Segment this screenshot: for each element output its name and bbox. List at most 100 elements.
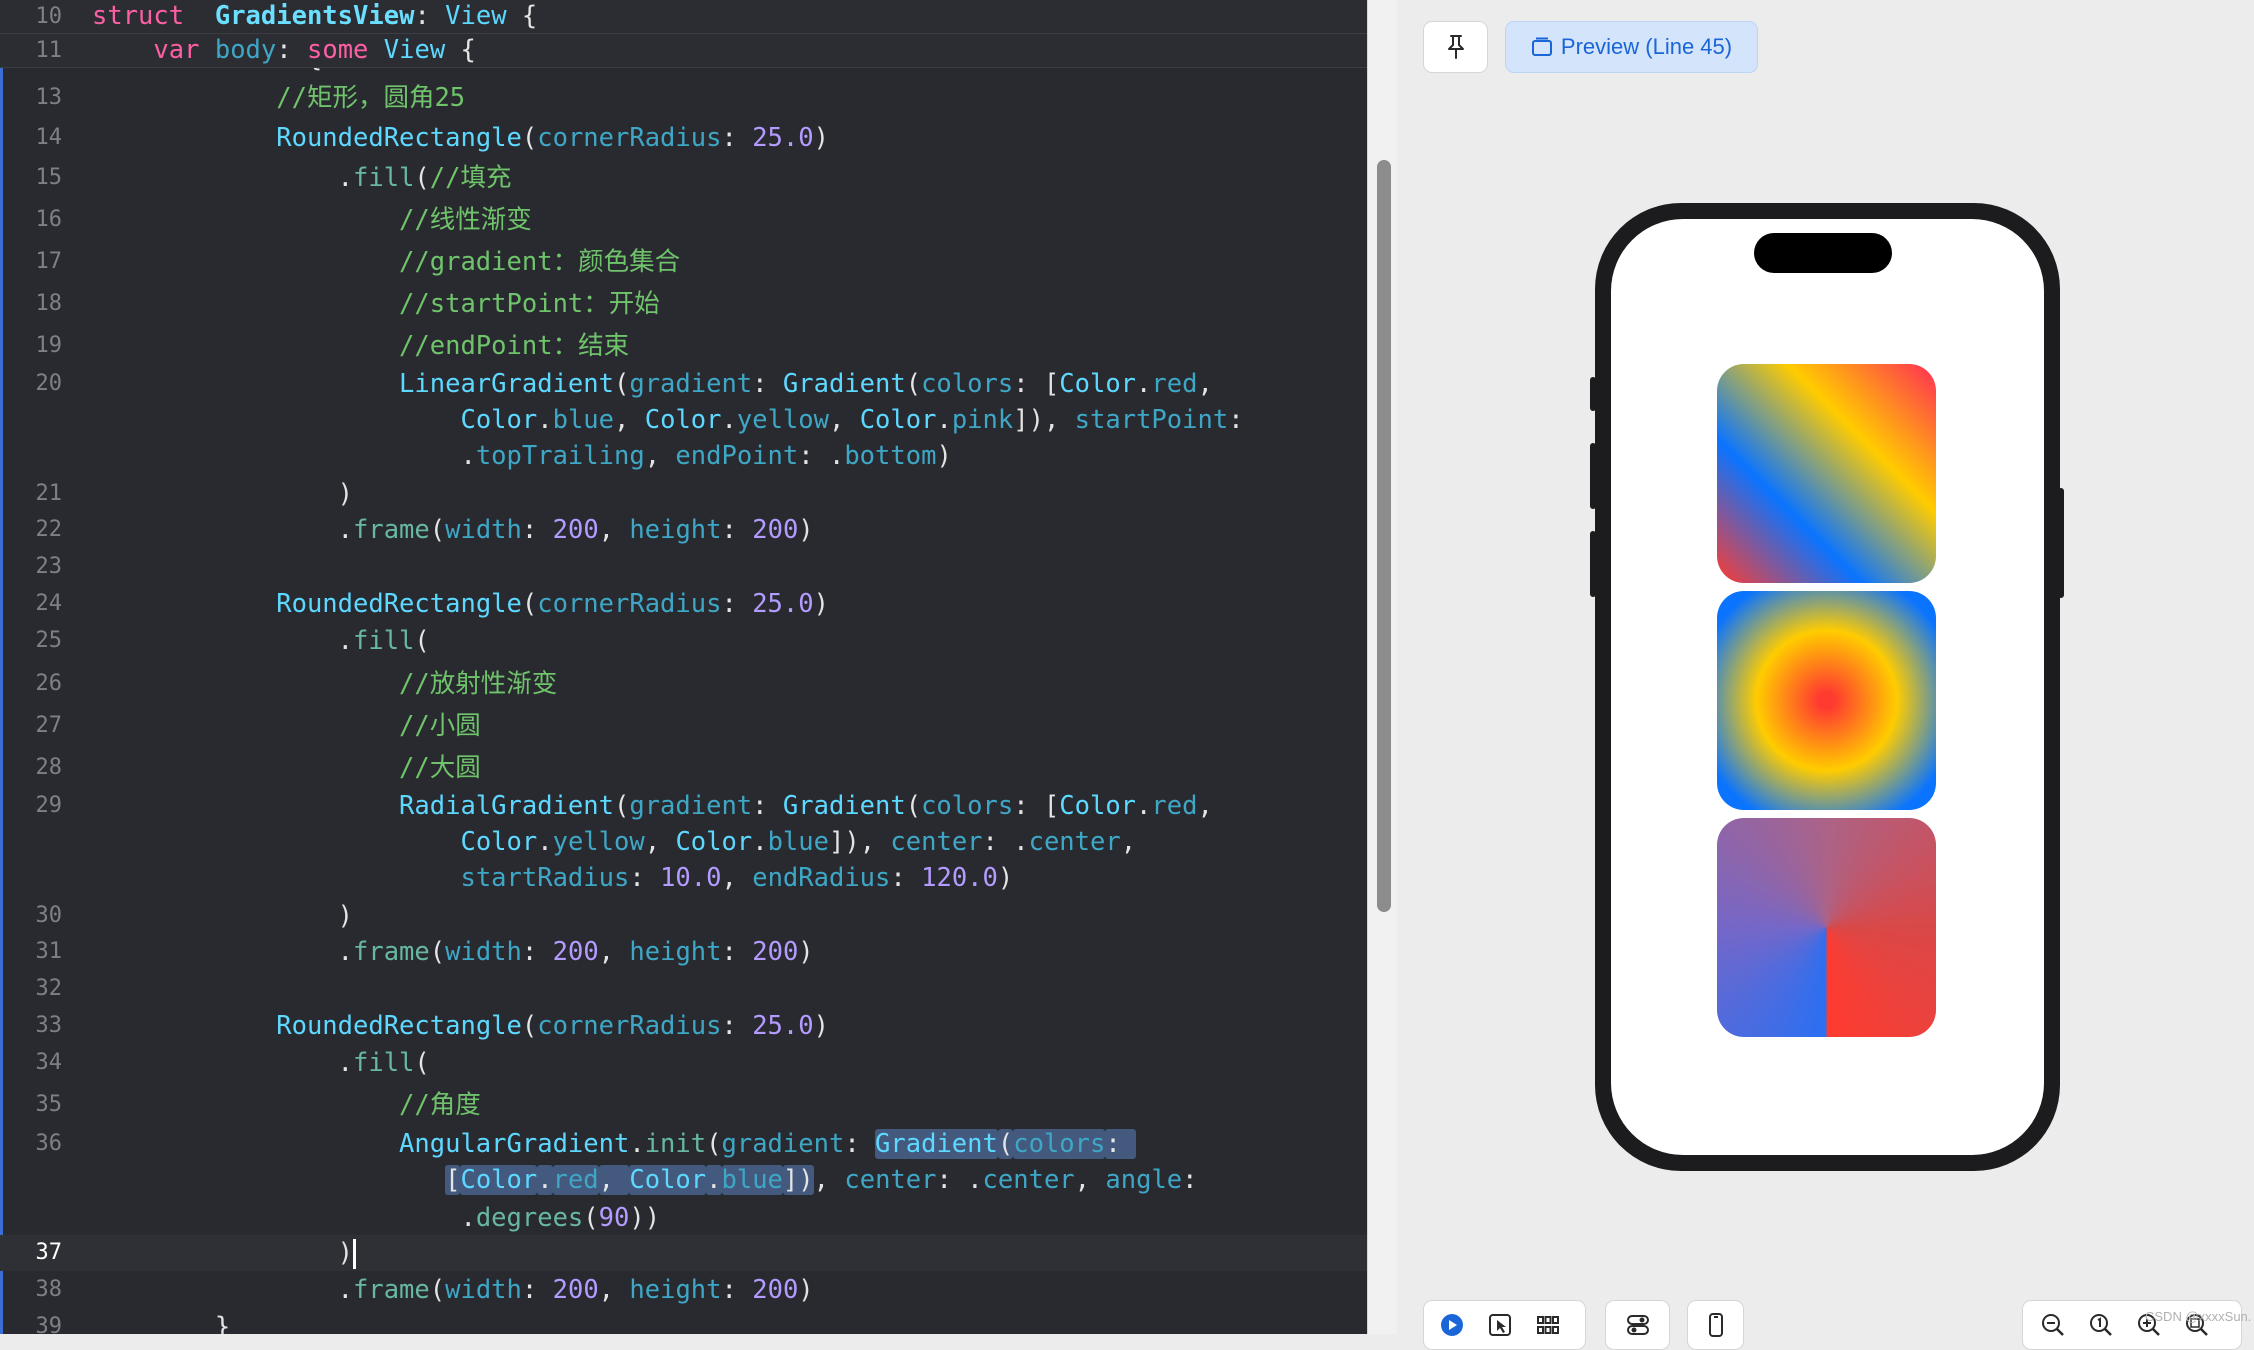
code-token: . bbox=[92, 1048, 353, 1078]
code-line[interactable]: 31 .frame(width: 200, height: 200) bbox=[0, 934, 1367, 970]
variants-grid-icon[interactable] bbox=[1536, 1313, 1560, 1337]
preview-settings-button[interactable] bbox=[1605, 1300, 1670, 1350]
code-text: Color.blue, Color.yellow, Color.pink]), … bbox=[92, 402, 1243, 438]
code-line[interactable]: 19 //endPoint：结束 bbox=[0, 328, 1367, 364]
code-line[interactable]: 27 //小圆 bbox=[0, 708, 1367, 744]
code-line[interactable]: 38 .frame(width: 200, height: 200) bbox=[0, 1272, 1367, 1308]
code-line[interactable]: Color.yellow, Color.blue]), center: .cen… bbox=[0, 824, 1367, 860]
code-token: Gradient bbox=[875, 1129, 998, 1159]
code-token: ) bbox=[813, 589, 829, 619]
code-line[interactable]: 33 RoundedRectangle(cornerRadius: 25.0) bbox=[0, 1008, 1367, 1044]
code-token: fill bbox=[353, 1048, 415, 1078]
code-token: : bbox=[890, 863, 922, 893]
code-token: . bbox=[629, 1129, 645, 1159]
select-cursor-icon[interactable] bbox=[1488, 1313, 1512, 1337]
code-editor[interactable]: 12 VStack{13 //矩形，圆角2514 RoundedRectangl… bbox=[0, 0, 1367, 1334]
code-token: gradient bbox=[721, 1129, 845, 1159]
code-line[interactable]: 13 //矩形，圆角25 bbox=[0, 80, 1367, 116]
line-number: 35 bbox=[35, 1092, 63, 1117]
code-token: 200 bbox=[752, 1275, 799, 1305]
code-token: , bbox=[1197, 791, 1213, 821]
code-token: ) bbox=[936, 441, 952, 471]
code-token: center bbox=[982, 1165, 1075, 1195]
code-line[interactable]: 16 //线性渐变 bbox=[0, 202, 1367, 238]
code-token: 90 bbox=[598, 1203, 630, 1233]
code-line[interactable]: 15 .fill(//填充 bbox=[0, 160, 1367, 196]
code-token: yellow bbox=[552, 827, 645, 857]
code-text: startRadius: 10.0, endRadius: 120.0) bbox=[92, 860, 1013, 896]
current-code-line[interactable]: 37 ) bbox=[0, 1235, 1367, 1271]
code-token: frame bbox=[353, 1275, 430, 1305]
preview-selector-button[interactable]: Preview (Line 45) bbox=[1505, 21, 1758, 73]
line-number: 20 bbox=[35, 371, 63, 396]
code-token: RadialGradient bbox=[399, 791, 614, 821]
code-token: 200 bbox=[552, 937, 599, 967]
code-token: body bbox=[214, 35, 277, 65]
code-line[interactable]: Color.blue, Color.yellow, Color.pink]), … bbox=[0, 402, 1367, 438]
line-number: 17 bbox=[35, 249, 63, 274]
code-line[interactable]: 17 //gradient：颜色集合 bbox=[0, 244, 1367, 280]
code-token: : bbox=[521, 515, 553, 545]
code-line[interactable]: startRadius: 10.0, endRadius: 120.0) bbox=[0, 860, 1367, 896]
editor-scrollbar-thumb[interactable] bbox=[1377, 160, 1391, 912]
code-line[interactable]: 25 .fill( bbox=[0, 623, 1367, 659]
code-token: frame bbox=[353, 515, 430, 545]
line-number: 15 bbox=[35, 165, 63, 190]
code-line[interactable]: 34 .fill( bbox=[0, 1045, 1367, 1081]
code-token: ( bbox=[429, 937, 446, 967]
code-token: : bbox=[721, 937, 753, 967]
code-text: LinearGradient(gradient: Gradient(colors… bbox=[92, 366, 1213, 402]
code-text: Color.yellow, Color.blue]), center: .cen… bbox=[92, 824, 1136, 860]
code-token: ( bbox=[414, 1048, 430, 1078]
code-line[interactable]: 30 ) bbox=[0, 898, 1367, 934]
code-token: init bbox=[644, 1129, 707, 1159]
code-line[interactable]: 18 //startPoint：开始 bbox=[0, 286, 1367, 322]
code-line[interactable]: 39 } bbox=[0, 1309, 1367, 1334]
code-token: Color bbox=[675, 827, 753, 857]
code-line[interactable]: 23 bbox=[0, 549, 1367, 585]
code-line[interactable]: 11 var body: some View { bbox=[0, 34, 1367, 68]
live-play-icon[interactable] bbox=[1440, 1313, 1464, 1337]
line-number: 24 bbox=[35, 591, 63, 616]
code-line[interactable]: .topTrailing, endPoint: .bottom) bbox=[0, 438, 1367, 474]
line-number: 27 bbox=[35, 713, 63, 738]
code-line[interactable]: 28 //大圆 bbox=[0, 750, 1367, 786]
code-text: //startPoint：开始 bbox=[92, 286, 660, 322]
code-token: fill bbox=[353, 626, 415, 656]
line-number: 19 bbox=[35, 333, 63, 358]
code-line[interactable]: 26 //放射性渐变 bbox=[0, 666, 1367, 702]
device-settings-button[interactable] bbox=[1687, 1300, 1744, 1350]
code-token: 200 bbox=[752, 937, 799, 967]
code-token: ) bbox=[798, 937, 814, 967]
code-line[interactable]: 36 AngularGradient.init(gradient: Gradie… bbox=[0, 1126, 1367, 1162]
code-text: struct GradientsView: View { bbox=[92, 0, 537, 33]
code-line[interactable]: [Color.red, Color.blue]), center: .cente… bbox=[0, 1162, 1367, 1198]
code-line[interactable]: 10 struct GradientsView: View { bbox=[0, 0, 1367, 34]
code-token: ) bbox=[997, 863, 1014, 893]
line-number: 13 bbox=[35, 85, 63, 110]
code-line[interactable]: 35 //角度 bbox=[0, 1087, 1367, 1123]
code-token: width bbox=[445, 1275, 522, 1305]
code-line[interactable]: 24 RoundedRectangle(cornerRadius: 25.0) bbox=[0, 586, 1367, 622]
code-token: : bbox=[1182, 1165, 1198, 1195]
code-line[interactable]: 21 ) bbox=[0, 476, 1367, 512]
code-token: pink bbox=[951, 405, 1014, 435]
pin-preview-button[interactable] bbox=[1423, 21, 1488, 73]
code-line[interactable]: 22 .frame(width: 200, height: 200) bbox=[0, 512, 1367, 548]
code-line[interactable]: 20 LinearGradient(gradient: Gradient(col… bbox=[0, 366, 1367, 402]
code-line[interactable]: 29 RadialGradient(gradient: Gradient(col… bbox=[0, 788, 1367, 824]
code-text: //矩形，圆角25 bbox=[92, 80, 465, 116]
code-line[interactable]: 14 RoundedRectangle(cornerRadius: 25.0) bbox=[0, 120, 1367, 156]
line-number: 32 bbox=[35, 976, 63, 1001]
code-line[interactable]: .degrees(90)) bbox=[0, 1200, 1367, 1236]
zoom-actual-icon[interactable] bbox=[2089, 1313, 2113, 1337]
code-token: //小圆 bbox=[399, 711, 481, 741]
code-line[interactable]: 32 bbox=[0, 971, 1367, 1007]
code-token: degrees bbox=[475, 1203, 584, 1233]
zoom-out-icon[interactable] bbox=[2041, 1313, 2065, 1337]
code-token: , bbox=[813, 1165, 845, 1195]
line-number: 37 bbox=[35, 1240, 63, 1265]
code-token: ( bbox=[613, 791, 630, 821]
